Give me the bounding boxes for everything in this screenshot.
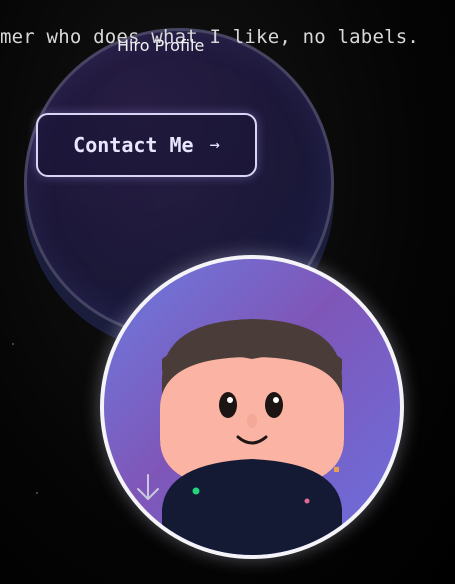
- avatar-nose: [247, 414, 257, 428]
- sparkle-green: [192, 487, 200, 495]
- arrow-right-icon: →: [209, 135, 220, 155]
- arrow-down-icon[interactable]: [135, 473, 161, 503]
- avatar-left-eye: [219, 392, 237, 418]
- contact-me-button[interactable]: Contact Me →: [36, 113, 257, 177]
- sparkle-pink: [304, 498, 310, 504]
- profile-title: Hiro Profile: [117, 36, 205, 55]
- star-dot: [36, 492, 38, 494]
- avatar-right-eye-shine: [273, 397, 279, 403]
- tagline-text: mer who does what I like, no labels.: [0, 26, 420, 48]
- sparkle-orange: [334, 467, 339, 472]
- avatar-left-eye-shine: [227, 397, 233, 403]
- avatar-illustration: [160, 319, 344, 555]
- contact-me-label: Contact Me: [73, 133, 194, 157]
- avatar-shirt: [162, 459, 342, 555]
- star-dot: [12, 343, 14, 345]
- avatar: [100, 255, 404, 559]
- avatar-right-eye: [265, 392, 283, 418]
